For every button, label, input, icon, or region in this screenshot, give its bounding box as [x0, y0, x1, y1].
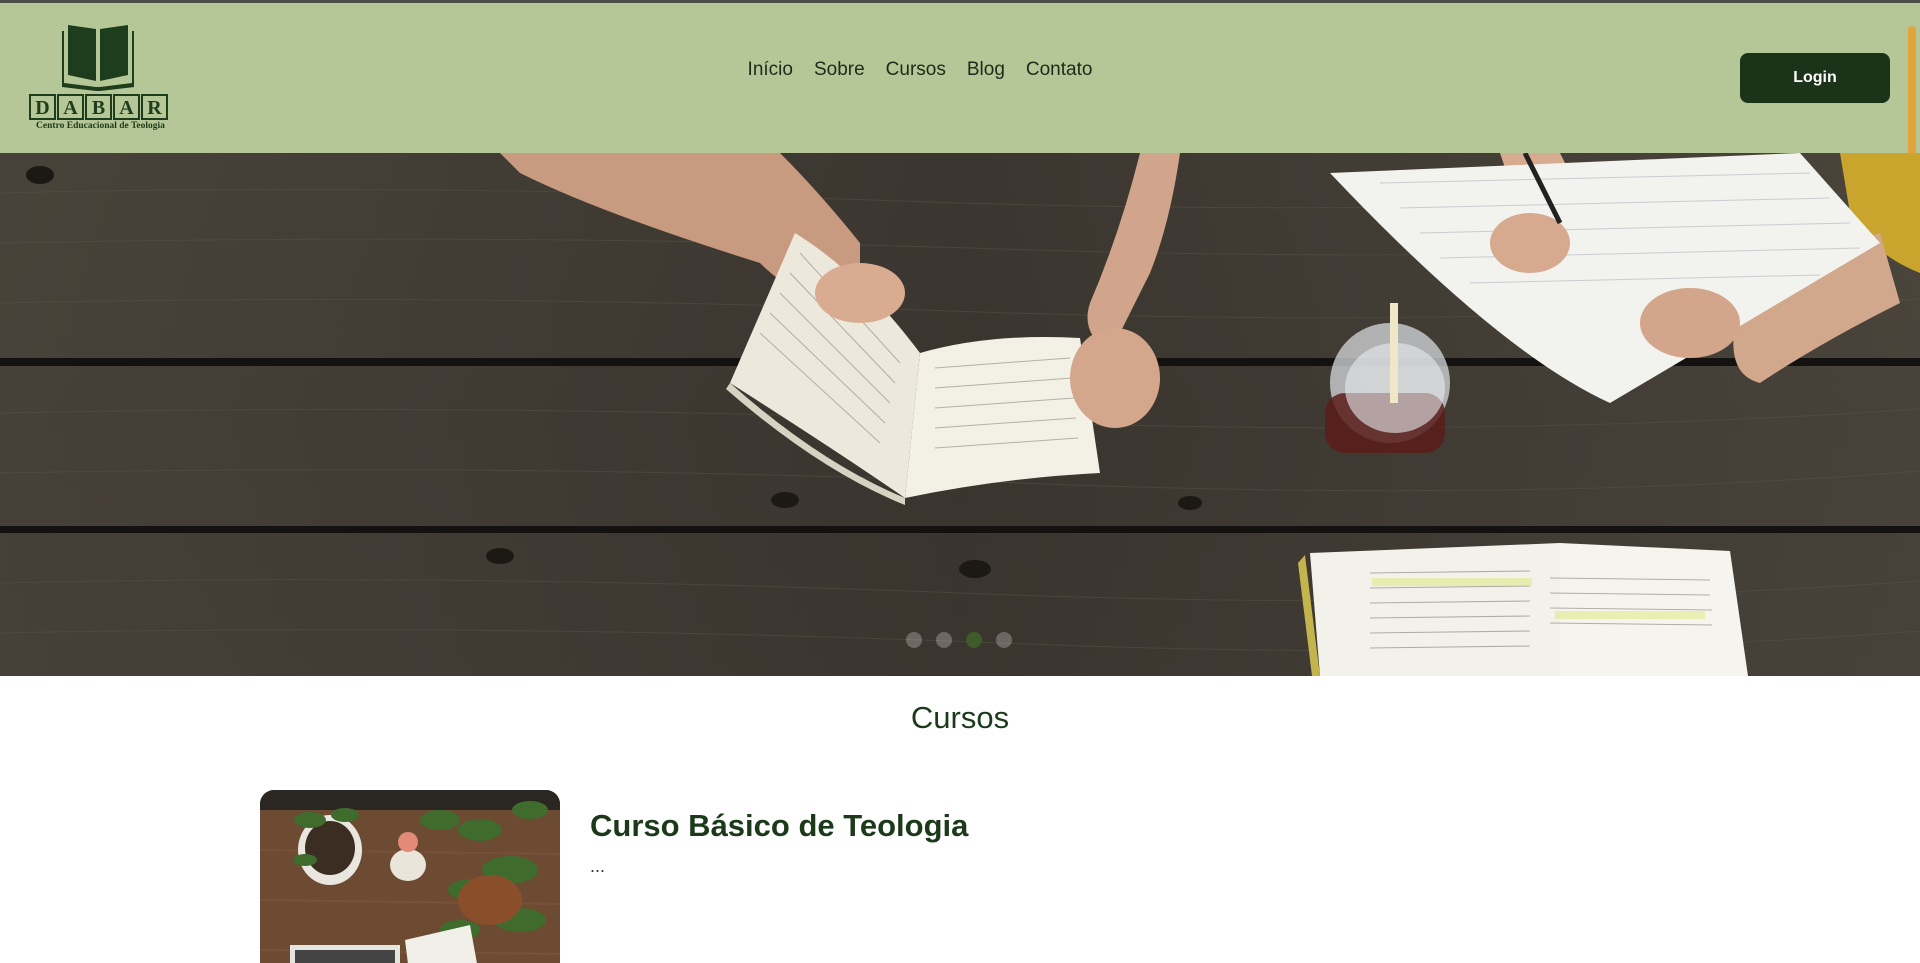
- course-description: ...: [590, 856, 606, 876]
- logo-letter-r: R: [147, 97, 162, 119]
- nav-item-sobre[interactable]: Sobre: [814, 59, 865, 81]
- site-header: D A B A R Centro Educacional de Teologia…: [0, 3, 1920, 153]
- logo-letter-d: D: [35, 97, 49, 119]
- course-image[interactable]: [260, 790, 560, 963]
- section-title: Cursos: [910, 700, 1010, 735]
- carousel-dot-4[interactable]: [996, 632, 1012, 648]
- logo-letter-b: B: [92, 97, 105, 119]
- carousel-dot-3[interactable]: [966, 632, 982, 648]
- carousel-indicators: [906, 632, 1012, 648]
- logo-subtitle: Centro Educacional de Teologia: [36, 121, 165, 131]
- logo-letter-a: A: [63, 97, 78, 119]
- course-title[interactable]: Curso Básico de Teologia: [590, 808, 968, 844]
- nav-item-contato[interactable]: Contato: [1026, 59, 1093, 81]
- logo-letter-a2: A: [119, 97, 134, 119]
- carousel-dot-2[interactable]: [936, 632, 952, 648]
- main-nav: Início Sobre Cursos Blog Contato: [0, 59, 1920, 81]
- login-button[interactable]: Login: [1740, 53, 1890, 103]
- carousel-dot-1[interactable]: [906, 632, 922, 648]
- hero-carousel: [0, 153, 1920, 676]
- hero-image: [0, 153, 1920, 676]
- nav-item-cursos[interactable]: Cursos: [886, 59, 946, 81]
- nav-item-blog[interactable]: Blog: [967, 59, 1005, 81]
- nav-item-inicio[interactable]: Início: [748, 59, 793, 81]
